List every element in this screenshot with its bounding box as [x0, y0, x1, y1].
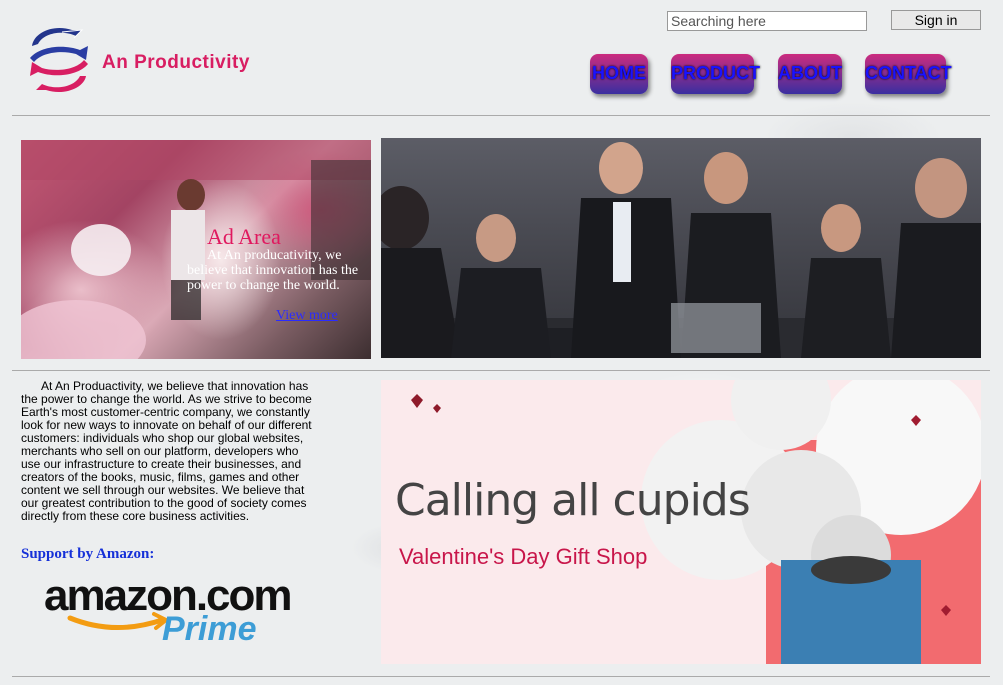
prime-wordmark: Prime: [162, 610, 257, 645]
nav-about[interactable]: ABOUT: [778, 54, 842, 94]
search-input[interactable]: [667, 11, 867, 31]
nav-contact[interactable]: CONTACT: [865, 54, 952, 94]
banner-subtitle: Valentine's Day Gift Shop: [399, 544, 648, 569]
sign-in-button[interactable]: Sign in: [891, 10, 981, 30]
view-more-link[interactable]: View more: [276, 308, 338, 324]
nav-product[interactable]: PRODUCT: [671, 54, 760, 94]
ad-panel: Ad Area At An producativity, we believe …: [21, 140, 371, 359]
divider: [12, 370, 990, 371]
ad-title: Ad Area: [207, 224, 281, 249]
amazon-prime-logo: amazon.com Prime: [44, 570, 324, 648]
banner-title: Calling all cupids: [395, 475, 751, 526]
meeting-photo: [381, 138, 981, 358]
support-label: Support by Amazon:: [21, 546, 155, 562]
about-text: At An Produactivity, we believe that inn…: [21, 379, 312, 523]
valentine-banner[interactable]: Calling all cupids Valentine's Day Gift …: [381, 380, 981, 664]
ad-text: At An producativity, we believe that inn…: [187, 248, 359, 293]
divider: [12, 676, 990, 677]
logo-icon: [24, 24, 94, 96]
brand-name: An Productivity: [102, 52, 250, 73]
nav-home[interactable]: HOME: [590, 54, 648, 94]
divider: [12, 115, 990, 116]
